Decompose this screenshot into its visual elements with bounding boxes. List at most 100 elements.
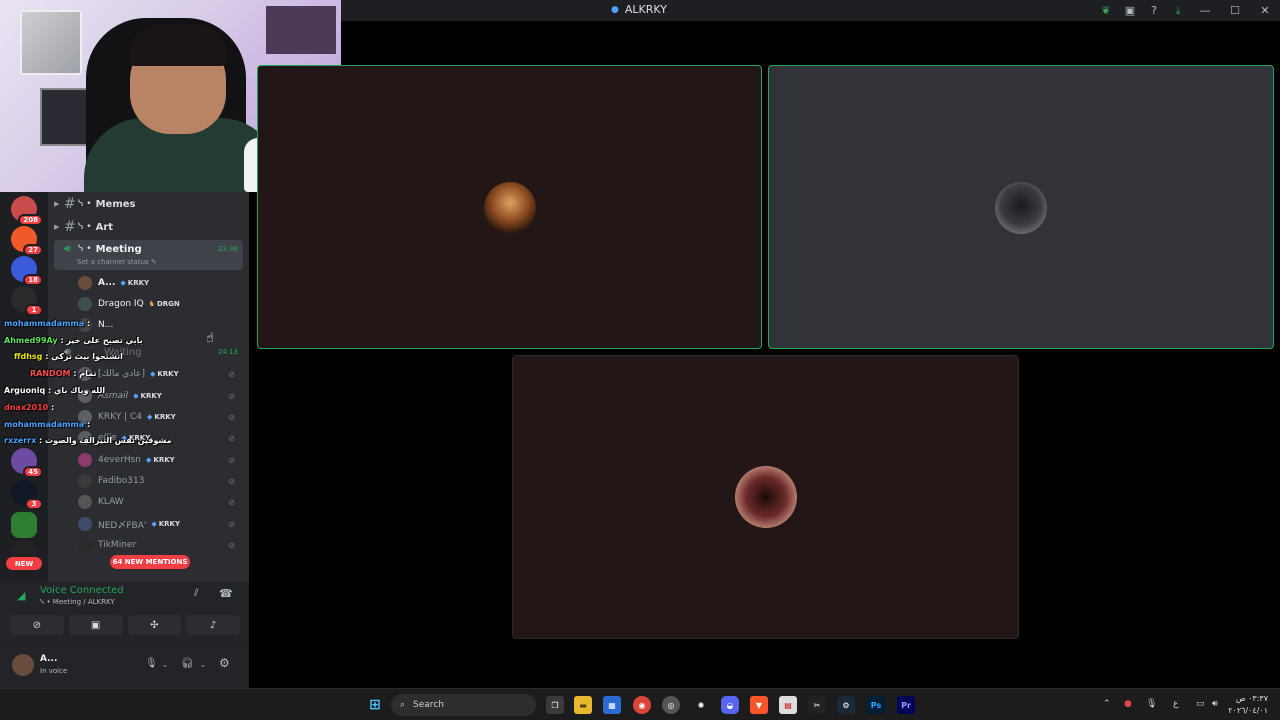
avatar xyxy=(78,276,92,290)
leaf-icon[interactable]: ❦ xyxy=(1094,0,1118,21)
voice-connection-panel: ◢ Voice Connected ᓭ • Meeting / ALKRKY ⫽… xyxy=(0,582,249,642)
search-icon: ⌕ xyxy=(400,700,406,710)
chevron-down-icon[interactable]: ⌄ xyxy=(162,661,168,669)
chevron-down-icon[interactable]: ⌄ xyxy=(200,661,206,669)
user-panel: A... In voice 🎙︎ ⌄ 🎧︎ ⌄ ⚙ xyxy=(0,642,249,688)
capcut-icon[interactable]: ✂ xyxy=(808,696,826,714)
camera-off-button[interactable]: ⊘ xyxy=(10,615,64,635)
video-tile[interactable] xyxy=(512,355,1019,639)
premiere-icon[interactable]: Pr xyxy=(897,696,915,714)
voice-member[interactable]: KLAW ⊘ xyxy=(78,492,243,512)
gear-icon[interactable]: ⚙ xyxy=(219,656,230,670)
discord-icon[interactable]: ◒ xyxy=(721,696,739,714)
server-icon-6[interactable]: 3 xyxy=(11,480,43,510)
close-button[interactable]: ✕ xyxy=(1250,0,1280,21)
obs-icon[interactable]: ◎ xyxy=(662,696,680,714)
chat-message: rxzerrx : مشوقين نفس التيرالف والصوت xyxy=(4,436,172,445)
task-view-icon[interactable]: ❐ xyxy=(546,696,564,714)
inbox-icon[interactable]: ▣ xyxy=(1118,0,1142,21)
brave-icon[interactable]: ▼ xyxy=(750,696,768,714)
voice-member[interactable]: Fadibo313 ⊘ xyxy=(78,471,243,491)
photoshop-icon[interactable]: Ps xyxy=(867,696,885,714)
download-icon[interactable]: ⤓ xyxy=(1166,0,1190,21)
store-icon[interactable]: ▦ xyxy=(603,696,621,714)
voice-member[interactable]: 4everHsn ◆ KRKY ⊘ xyxy=(78,450,243,470)
input-language[interactable]: ع xyxy=(1173,699,1178,709)
network-icon[interactable]: ▭ xyxy=(1196,699,1205,709)
voice-location[interactable]: ᓭ • Meeting / ALKRKY xyxy=(40,598,115,606)
soundboard-button[interactable]: ♪ xyxy=(186,615,240,635)
video-tile[interactable] xyxy=(257,65,762,349)
server-icon-5[interactable]: 45 xyxy=(11,448,43,478)
dragon-icon: ♞ xyxy=(148,300,155,308)
server-icon-2[interactable]: 27 xyxy=(11,226,43,256)
username[interactable]: A... xyxy=(40,654,57,664)
gem-icon: ◆ xyxy=(146,456,152,464)
unread-badge: 45 xyxy=(23,466,43,478)
file-explorer-icon[interactable]: ▬ xyxy=(574,696,592,714)
participant-avatar xyxy=(995,182,1047,234)
avatar xyxy=(78,297,92,311)
minimize-button[interactable]: — xyxy=(1190,0,1220,21)
clock[interactable]: ٠٣:٣٧ ص ٢٠٢٦/٠٤/٠١ xyxy=(1228,693,1268,717)
steam-icon[interactable]: ⚙ xyxy=(837,696,855,714)
voice-channel-meeting[interactable]: 🔊︎ ᓭ • Meeting 23:36 xyxy=(54,238,244,260)
chevron-up-icon[interactable]: ⌃ xyxy=(1103,699,1111,709)
noise-suppression-icon[interactable]: ⫽ xyxy=(194,588,198,599)
server-icon-4[interactable]: 1 xyxy=(11,286,43,316)
chrome-icon[interactable]: ◉ xyxy=(633,696,651,714)
taskbar-search[interactable]: ⌕ Search xyxy=(391,694,536,716)
gem-icon: ◆ xyxy=(120,279,126,287)
server-tag: ◆ KRKY xyxy=(146,456,175,464)
voice-status[interactable]: Voice Connected xyxy=(40,585,124,596)
channel-art[interactable]: ▶ # ᓭ • Art xyxy=(54,216,244,238)
disconnect-icon[interactable]: ☎ xyxy=(219,587,233,600)
microphone-icon[interactable]: 🎙︎ xyxy=(145,658,158,669)
hash-icon: # xyxy=(64,219,76,235)
server-icon-7[interactable] xyxy=(11,512,37,538)
steelseries-icon[interactable]: ✺ xyxy=(692,696,710,714)
document-icon[interactable]: ▤ xyxy=(779,696,797,714)
pencil-icon: ✎ xyxy=(150,258,157,266)
hash-icon: # xyxy=(64,196,76,212)
maximize-button[interactable]: ☐ xyxy=(1220,0,1250,21)
streamer-headband xyxy=(128,24,228,66)
unread-badge: 18 xyxy=(23,274,43,286)
caret-icon: ▶ xyxy=(54,223,60,231)
activities-button[interactable]: ✣ xyxy=(127,615,182,635)
channel-status[interactable]: Set a channel status ✎ xyxy=(77,258,157,266)
tray-app-icon[interactable]: ● xyxy=(1124,699,1132,709)
video-tile[interactable] xyxy=(768,65,1274,349)
play-button-plaque xyxy=(20,10,82,75)
screen-share-button[interactable]: ▣ xyxy=(68,615,123,635)
new-mentions-pill[interactable]: 64 NEW MENTIONS xyxy=(110,555,190,569)
server-tag: ◆ KRKY xyxy=(120,279,150,287)
chat-message: mohammadamma : xyxy=(4,319,91,328)
server-icon-1[interactable]: 208 xyxy=(11,196,43,226)
unread-badge: 1 xyxy=(25,304,43,316)
voice-member[interactable]: NED〆FBA' ◆ KRKY ⊘ xyxy=(78,514,243,534)
deafened-icon: ⊘ xyxy=(228,455,235,465)
wall-plaque xyxy=(40,88,92,146)
voice-member[interactable]: TikMiner ⊘ xyxy=(78,535,243,555)
help-icon[interactable]: ? xyxy=(1142,0,1166,21)
stream-chat-overlay: mohammadamma : Ahmed99Ay : بابي تصبح على… xyxy=(0,316,260,446)
chat-message: dnax2010 : xyxy=(4,403,55,412)
channel-memes[interactable]: ▶ # ᓭ • Memes xyxy=(54,193,244,215)
deafened-icon: ⊘ xyxy=(228,497,235,507)
signal-icon[interactable]: ◢ xyxy=(17,589,25,602)
new-pill[interactable]: NEW xyxy=(6,557,42,570)
unread-badge: 3 xyxy=(25,498,43,510)
server-icon: ● xyxy=(611,4,619,15)
unread-badge: 208 xyxy=(18,214,43,226)
volume-icon[interactable]: 🔊︎ xyxy=(1212,699,1218,709)
avatar[interactable] xyxy=(12,654,34,676)
microphone-icon[interactable]: 🎙︎ xyxy=(1146,699,1157,709)
server-icon-3[interactable]: 18 xyxy=(11,256,43,286)
voice-member[interactable]: A... ◆ KRKY xyxy=(78,273,243,293)
deafened-icon: ⊘ xyxy=(228,476,235,486)
activities-icon: ✣ xyxy=(150,619,159,631)
windows-start-icon[interactable]: ⊞ xyxy=(366,696,384,714)
voice-member[interactable]: Dragon IQ ♞ DRGN xyxy=(78,294,243,314)
headphones-icon[interactable]: 🎧︎ xyxy=(181,658,194,669)
